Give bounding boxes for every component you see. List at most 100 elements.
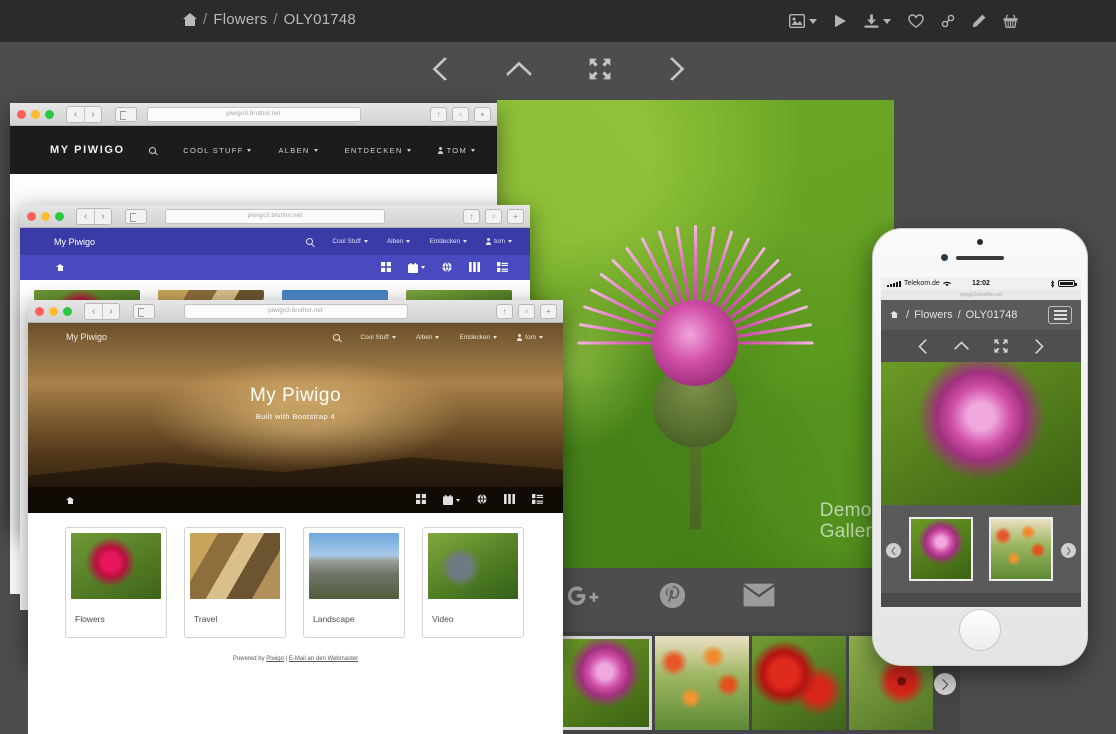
- phone-address-bar[interactable]: piwigo3.bruthor.net: [881, 290, 1081, 300]
- calendar-button[interactable]: [443, 495, 460, 505]
- maximize-icon[interactable]: [63, 307, 72, 316]
- menu-entdecken[interactable]: Entdecken: [429, 238, 467, 245]
- phone-thumb-thistle[interactable]: [909, 517, 973, 581]
- phone-main-photo[interactable]: [881, 362, 1081, 505]
- photo-sizes-button[interactable]: [789, 14, 817, 28]
- album-card-landscape[interactable]: Landscape: [303, 527, 405, 638]
- filmstrip-next-button[interactable]: [934, 673, 956, 695]
- sidebar-toggle-icon[interactable]: [125, 209, 147, 224]
- home-icon[interactable]: [66, 497, 74, 504]
- home-icon[interactable]: [56, 264, 64, 271]
- minimize-icon[interactable]: [31, 110, 40, 119]
- fullscreen-button[interactable]: [589, 58, 611, 80]
- phone-previous-button[interactable]: [918, 339, 928, 354]
- tabs-icon[interactable]: ▫: [485, 209, 502, 224]
- menu-entdecken[interactable]: ENTDECKEN: [345, 146, 411, 155]
- filmstrip-thumb-thistle[interactable]: [558, 636, 652, 730]
- footer-link-piwigo[interactable]: Piwigo: [266, 656, 284, 662]
- columns-view-button[interactable]: [504, 491, 515, 509]
- filmstrip-thumb-poppy-field[interactable]: [655, 636, 749, 730]
- share-icon[interactable]: ↑: [430, 107, 447, 122]
- add-tab-icon[interactable]: +: [540, 304, 557, 319]
- columns-view-button[interactable]: [469, 259, 480, 277]
- share-icon[interactable]: ↑: [496, 304, 513, 319]
- map-button[interactable]: [477, 491, 487, 509]
- add-tab-icon[interactable]: +: [507, 209, 524, 224]
- phone-breadcrumb-album[interactable]: Flowers: [914, 309, 953, 321]
- menu-user[interactable]: tom: [517, 334, 543, 341]
- menu-alben[interactable]: Alben: [387, 238, 411, 245]
- back-button[interactable]: ‹: [85, 304, 102, 319]
- site-brand[interactable]: MY PIWIGO: [50, 144, 125, 156]
- window-controls[interactable]: [27, 212, 64, 221]
- list-view-button[interactable]: [497, 259, 508, 277]
- pinterest-button[interactable]: [659, 582, 686, 609]
- google-plus-button[interactable]: [565, 582, 601, 609]
- map-button[interactable]: [442, 259, 452, 277]
- menu-search[interactable]: [149, 147, 156, 154]
- album-card-travel[interactable]: Travel: [184, 527, 286, 638]
- address-bar[interactable]: piwigo3.bruthor.net: [184, 304, 408, 319]
- previous-photo-button[interactable]: [432, 57, 449, 81]
- edit-button[interactable]: [972, 14, 986, 28]
- menu-search[interactable]: [306, 238, 313, 245]
- site-brand[interactable]: My Piwigo: [54, 237, 95, 247]
- forward-button[interactable]: ›: [94, 209, 111, 224]
- list-view-button[interactable]: [532, 491, 543, 509]
- phone-next-button[interactable]: [1034, 339, 1044, 354]
- phone-fullscreen-button[interactable]: [994, 339, 1008, 353]
- up-to-album-button[interactable]: [506, 61, 532, 78]
- sidebar-toggle-icon[interactable]: [115, 107, 137, 122]
- back-button[interactable]: ‹: [67, 107, 84, 122]
- maximize-icon[interactable]: [45, 110, 54, 119]
- menu-search[interactable]: [333, 334, 340, 341]
- phone-up-button[interactable]: [954, 341, 969, 351]
- add-tab-icon[interactable]: +: [474, 107, 491, 122]
- sidebar-toggle-icon[interactable]: [133, 304, 155, 319]
- browser-window-hero-theme[interactable]: ‹ › piwigo3.bruthor.net ↑ ▫ + My Piwigo …: [28, 300, 563, 660]
- phone-filmstrip-prev-button[interactable]: [886, 543, 901, 558]
- album-card-flowers[interactable]: Flowers: [65, 527, 167, 638]
- permalink-button[interactable]: [941, 14, 955, 28]
- breadcrumb-album[interactable]: Flowers: [213, 11, 267, 28]
- slideshow-button[interactable]: [834, 14, 847, 28]
- minimize-icon[interactable]: [41, 212, 50, 221]
- favorite-button[interactable]: [908, 14, 924, 28]
- grid-view-button[interactable]: [381, 259, 391, 277]
- address-bar[interactable]: piwigo3.bruthor.net: [147, 107, 361, 122]
- album-card-video[interactable]: Video: [422, 527, 524, 638]
- browser-nav-buttons[interactable]: ‹ ›: [76, 208, 112, 225]
- next-photo-button[interactable]: [668, 57, 685, 81]
- maximize-icon[interactable]: [55, 212, 64, 221]
- menu-alben[interactable]: Alben: [416, 334, 440, 341]
- minimize-icon[interactable]: [49, 307, 58, 316]
- close-icon[interactable]: [27, 212, 36, 221]
- share-icon[interactable]: ↑: [463, 209, 480, 224]
- hamburger-icon[interactable]: [1048, 306, 1072, 324]
- menu-cool-stuff[interactable]: Cool Stuff: [360, 334, 395, 341]
- calendar-button[interactable]: [408, 263, 425, 273]
- home-icon[interactable]: [183, 13, 197, 26]
- forward-button[interactable]: ›: [84, 107, 101, 122]
- home-icon[interactable]: [890, 311, 901, 320]
- grid-view-button[interactable]: [416, 491, 426, 509]
- menu-cool-stuff[interactable]: Cool Stuff: [332, 238, 367, 245]
- filmstrip-thumb-poppies[interactable]: [752, 636, 846, 730]
- email-button[interactable]: [743, 583, 775, 607]
- download-button[interactable]: [864, 14, 891, 28]
- menu-user[interactable]: TOM: [438, 146, 475, 155]
- tabs-icon[interactable]: ▫: [518, 304, 535, 319]
- footer-link-webmaster[interactable]: E-Mail an den Webmaster: [289, 656, 358, 662]
- menu-cool-stuff[interactable]: COOL STUFF: [183, 146, 251, 155]
- address-bar[interactable]: piwigo3.bruthor.net: [165, 209, 385, 224]
- browser-nav-buttons[interactable]: ‹ ›: [84, 303, 120, 320]
- window-controls[interactable]: [17, 110, 54, 119]
- browser-nav-buttons[interactable]: ‹ ›: [66, 106, 102, 123]
- close-icon[interactable]: [35, 307, 44, 316]
- menu-alben[interactable]: ALBEN: [278, 146, 317, 155]
- tabs-icon[interactable]: ▫: [452, 107, 469, 122]
- home-button[interactable]: [959, 609, 1001, 651]
- phone-thumb-poppy-field[interactable]: [989, 517, 1053, 581]
- site-brand[interactable]: My Piwigo: [66, 332, 107, 342]
- cart-button[interactable]: [1003, 14, 1018, 28]
